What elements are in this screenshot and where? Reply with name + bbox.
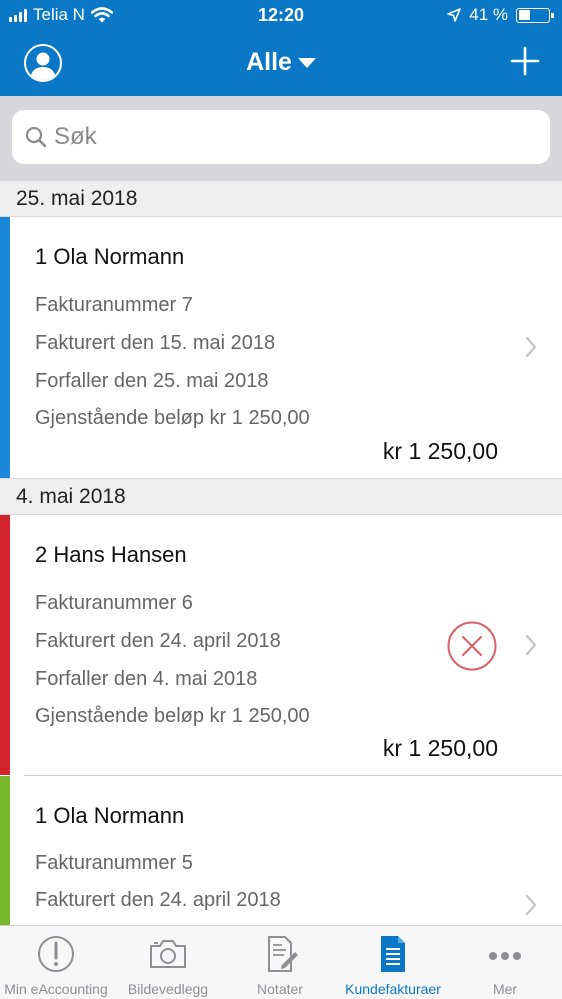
invoice-date: Fakturert den 24. april 2018	[35, 889, 281, 911]
invoice-amount: kr 1 250,00	[382, 438, 498, 464]
chevron-right-icon	[525, 336, 537, 358]
invoice-customer: 2 Hans Hansen	[35, 542, 187, 567]
camera-icon	[150, 940, 186, 968]
invoice-number: Fakturanummer 5	[35, 852, 193, 874]
section-date: 25. mai 2018	[16, 187, 138, 210]
status-color-bar	[0, 217, 10, 478]
tab-min-eaccounting[interactable]: Min eAccounting	[0, 926, 112, 999]
invoice-customer: 1 Ola Normann	[35, 244, 185, 269]
tab-bar: Min eAccounting Bildevedlegg Notater Kun…	[0, 925, 562, 999]
section-header: 4. mai 2018	[0, 478, 562, 515]
search-input[interactable]	[54, 110, 534, 164]
invoice-customer: 1 Ola Normann	[35, 803, 185, 828]
search-icon	[25, 126, 47, 148]
section-date: 4. mai 2018	[16, 485, 126, 508]
filter-dropdown-label: Alle	[246, 48, 292, 76]
top-bar: Telia N 12:20 41 % Alle	[0, 0, 562, 96]
plus-icon[interactable]	[510, 46, 540, 76]
invoice-amount: kr 1 250,00	[382, 735, 498, 761]
status-color-bar	[0, 776, 10, 925]
invoice-date: Fakturert den 24. april 2018	[35, 630, 281, 652]
tab-label: Kundefakturaer	[345, 981, 441, 997]
filter-dropdown[interactable]: Alle	[0, 48, 562, 77]
tab-label: Bildevedlegg	[127, 981, 209, 997]
tab-label: Notater	[257, 981, 303, 997]
invoice-date: Fakturert den 15. mai 2018	[35, 332, 276, 354]
chevron-right-icon	[525, 894, 537, 916]
tab-kundefakturaer[interactable]: Kundefakturaer	[337, 926, 449, 999]
invoice-card[interactable]: 2 Hans Hansen Fakturanummer 6 Fakturert …	[0, 515, 562, 775]
navigation-bar: Alle	[0, 30, 562, 96]
note-pen-icon	[268, 936, 298, 972]
invoice-card[interactable]: 1 Ola Normann Fakturanummer 7 Fakturert …	[0, 217, 562, 478]
search-bar[interactable]	[12, 110, 550, 164]
invoice-number: Fakturanummer 7	[35, 294, 193, 316]
invoice-remaining: Gjenstående beløp kr 1 250,00	[35, 407, 310, 429]
chevron-right-icon	[525, 634, 537, 656]
invoice-document-icon	[381, 936, 405, 972]
battery-percentage: 41 %	[469, 5, 508, 24]
battery-icon	[516, 7, 554, 23]
invoice-number: Fakturanummer 6	[35, 592, 193, 614]
invoice-card[interactable]: 1 Ola Normann Fakturanummer 5 Fakturert …	[0, 776, 562, 925]
invoice-remaining: Gjenstående beløp kr 1 250,00	[35, 705, 310, 727]
invoice-due-date: Forfaller den 25. mai 2018	[35, 370, 269, 392]
status-bar: Telia N 12:20 41 %	[0, 0, 562, 30]
chevron-down-icon	[297, 58, 316, 69]
tab-label: Min eAccounting	[4, 981, 108, 997]
tab-bildevedlegg[interactable]: Bildevedlegg	[112, 926, 224, 999]
tab-notater[interactable]: Notater	[224, 926, 336, 999]
more-dots-icon	[489, 952, 521, 960]
cancelled-x-circle-icon	[447, 621, 497, 671]
location-arrow-icon	[447, 8, 462, 22]
invoice-due-date: Forfaller den 4. mai 2018	[35, 668, 258, 690]
tab-mer[interactable]: Mer	[449, 926, 561, 999]
search-area	[0, 96, 562, 180]
section-header: 25. mai 2018	[0, 180, 562, 217]
status-color-bar	[0, 515, 10, 775]
alert-circle-icon	[38, 936, 74, 972]
tab-label: Mer	[492, 981, 518, 997]
